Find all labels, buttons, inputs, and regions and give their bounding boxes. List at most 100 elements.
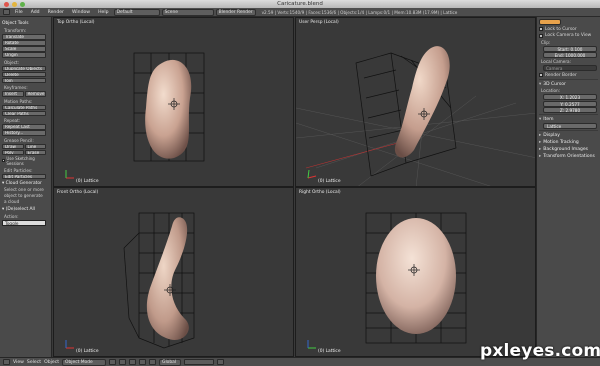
clip-start-field[interactable]: Start: 0.100: [543, 45, 597, 52]
user-persp-scene: [296, 46, 535, 186]
rotate-manipulator-icon[interactable]: [149, 359, 157, 365]
join-button[interactable]: Join: [2, 77, 46, 83]
viewport-object-name: (0) Lattice: [318, 349, 341, 354]
scene-stats: v2.59 | Verts:1540/9 | Faces:1536/6 | Ob…: [261, 9, 458, 15]
front-ortho-scene: [65, 212, 195, 349]
object-label: Object:: [4, 59, 20, 65]
viewport-label: Front Ortho (Local): [57, 190, 99, 195]
layers-icon[interactable]: [184, 359, 215, 365]
editor-type-icon[interactable]: [3, 359, 10, 365]
viewport-object-name: (0) Lattice: [318, 179, 341, 184]
cloud-generator-header[interactable]: ▾ Cloud Generator: [2, 181, 49, 186]
lock-camera-label: Lock Camera to View: [545, 33, 592, 38]
translate-button[interactable]: Translate: [2, 34, 46, 40]
viewport-object-name: (0) Lattice: [76, 349, 99, 354]
mesh-shape: [146, 217, 189, 340]
render-border-checkbox[interactable]: Render Border: [539, 73, 598, 78]
watermark-logo: pxleyes.com: [480, 341, 600, 361]
location-label: Location:: [541, 88, 561, 93]
orientation-select[interactable]: Global: [159, 358, 182, 366]
translate-manipulator-icon[interactable]: [139, 359, 147, 365]
line-button[interactable]: Line: [24, 143, 46, 149]
clip-label: Clip:: [541, 39, 551, 45]
calculate-paths-button[interactable]: Calculate Paths: [2, 104, 46, 110]
erase-button[interactable]: Erase: [24, 149, 46, 155]
motion-tracking-section[interactable]: ▸ Motion Tracking: [539, 140, 598, 145]
motion-paths-label: Motion Paths:: [4, 98, 33, 104]
item-name-field[interactable]: Lattice: [543, 123, 597, 129]
right-ortho-scene: [307, 212, 467, 349]
viewport-shading-icon[interactable]: [109, 359, 117, 365]
viewport-user-persp[interactable]: User Persp (Local) (0) Lattice: [295, 17, 536, 187]
history-button[interactable]: History...: [2, 130, 46, 136]
transform-label: Transform:: [4, 28, 27, 33]
pivot-point-icon[interactable]: [119, 359, 127, 365]
insert-keyframe-button[interactable]: Insert: [2, 91, 24, 97]
minimize-window-icon[interactable]: [12, 1, 17, 7]
clear-paths-button[interactable]: Clear Paths: [2, 110, 46, 116]
viewport-right-ortho[interactable]: Right Ortho (Local) (0) Lattice: [295, 187, 536, 357]
menu-view[interactable]: View: [13, 360, 24, 365]
item-section[interactable]: ▾ Item: [539, 117, 598, 122]
3d-cursor-section[interactable]: ▾ 3D Cursor: [539, 82, 598, 87]
axis-gizmo-icon: [307, 169, 317, 179]
menu-render[interactable]: Render: [45, 10, 67, 15]
lock-cursor-checkbox[interactable]: Lock to Cursor: [539, 27, 598, 32]
window-titlebar: Caricature.blend: [0, 0, 600, 8]
camera-field[interactable]: Camera: [543, 65, 597, 71]
origin-button[interactable]: Origin: [2, 52, 46, 58]
repeat-label: Repeat:: [4, 118, 21, 123]
menu-window[interactable]: Window: [69, 10, 93, 15]
sketching-label: Use Sketching Sessions: [6, 155, 35, 166]
shelf-title: Object Tools: [2, 21, 29, 26]
viewport-top-ortho[interactable]: Top Ortho (Local) (0) Lattice: [53, 17, 294, 187]
viewport-label: Top Ortho (Local): [57, 20, 95, 25]
checkbox-icon: [2, 158, 6, 163]
viewport-object-name: (0) Lattice: [76, 179, 99, 184]
layout-selector[interactable]: Default: [113, 8, 160, 16]
cursor-x-field[interactable]: X: 1.2023: [543, 94, 597, 100]
menu-object[interactable]: Object: [44, 360, 59, 365]
manipulator-icon[interactable]: [129, 359, 137, 365]
remove-keyframe-button[interactable]: Remove: [24, 91, 46, 97]
grease-pencil-label: Grease Pencil:: [4, 137, 34, 143]
panel-orange-field[interactable]: [539, 19, 561, 25]
mode-select[interactable]: Object Mode: [62, 358, 107, 366]
draw-button[interactable]: Draw: [2, 143, 24, 149]
editor-type-icon[interactable]: [3, 9, 10, 15]
menu-file[interactable]: File: [12, 10, 26, 15]
repeat-last-button[interactable]: Repeat Last: [2, 124, 46, 130]
close-window-icon[interactable]: [4, 1, 9, 7]
zoom-window-icon[interactable]: [20, 1, 25, 7]
menu-add[interactable]: Add: [28, 10, 43, 15]
scale-button[interactable]: Scale: [2, 46, 46, 52]
snap-icon[interactable]: [217, 359, 225, 365]
rotate-button[interactable]: Rotate: [2, 40, 46, 46]
transform-orientations-section[interactable]: ▸ Transform Orientations: [539, 154, 598, 159]
cursor-z-field[interactable]: Z: 2.9780: [543, 107, 597, 113]
edit-particles-label: Edit Particles:: [4, 167, 33, 173]
viewport-front-ortho[interactable]: Front Ortho (Local) (0) Lattice: [53, 187, 294, 357]
cursor-y-field[interactable]: Y: 0.2577: [543, 100, 597, 107]
action-select[interactable]: Toggle: [2, 220, 46, 226]
display-section[interactable]: ▸ Display: [539, 133, 598, 138]
deselect-all-header[interactable]: ▾ (De)select All: [2, 207, 49, 212]
viewport-label: User Persp (Local): [299, 20, 339, 25]
checkbox-icon: [539, 33, 543, 38]
mesh-shape: [376, 218, 456, 334]
menu-select[interactable]: Select: [27, 360, 41, 365]
lock-camera-checkbox[interactable]: Lock Camera to View: [539, 33, 598, 38]
poly-button[interactable]: Poly: [2, 149, 24, 155]
background-images-section[interactable]: ▸ Background Images: [539, 147, 598, 152]
local-camera-label: Local Camera:: [541, 59, 572, 64]
clip-end-field[interactable]: End: 1000.000: [543, 52, 597, 58]
scene-selector[interactable]: Scene: [161, 8, 214, 16]
menu-help[interactable]: Help: [95, 10, 111, 15]
delete-button[interactable]: Delete: [2, 71, 46, 77]
keyframes-label: Keyframes:: [4, 85, 28, 90]
render-engine-select[interactable]: Blender Render: [215, 8, 256, 16]
edit-particles-button[interactable]: Edit Particles: [2, 173, 46, 179]
axis-gizmo-icon: [307, 340, 316, 349]
sketching-checkbox[interactable]: Use Sketching Sessions: [2, 156, 49, 166]
duplicate-objects-button[interactable]: Duplicate Objects: [2, 65, 46, 71]
